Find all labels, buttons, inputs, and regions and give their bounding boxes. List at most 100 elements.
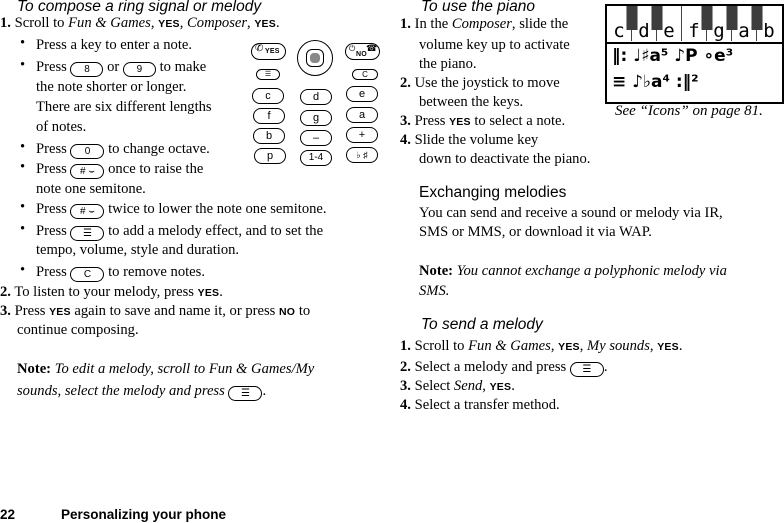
clear-key: C	[352, 69, 378, 80]
text-line: continue composing.	[17, 322, 139, 338]
send-step-3: 3. Select Send, YES.	[400, 376, 515, 397]
sep: ,	[579, 338, 588, 354]
menu-fun-games: Fun & Games	[68, 15, 151, 31]
black-key	[751, 6, 763, 30]
key-9-icon: 9	[122, 62, 156, 77]
note-label: Note:	[419, 263, 454, 279]
icons-caption: See “Icons” on page 81.	[615, 103, 763, 119]
menu-fun-games: Fun & Games	[468, 338, 551, 354]
exchanging-heading: Exchanging melodies	[419, 184, 567, 201]
key-f: f	[253, 108, 285, 124]
sep: ,	[179, 15, 188, 31]
power-icon: ⏻	[349, 44, 356, 53]
end-call-icon: ☎	[366, 43, 378, 53]
text: Select a transfer method.	[414, 397, 560, 413]
note-text: You cannot exchange a polyphonic melody …	[453, 263, 727, 279]
text: To listen to your melody, press	[14, 284, 198, 300]
sep: .	[678, 338, 683, 354]
text: Select	[414, 378, 454, 394]
step-number: 1.	[400, 338, 411, 354]
piano-step-4: 4. Slide the volume key	[400, 130, 538, 150]
menu-key-icon: ☰	[569, 362, 604, 377]
no-key-label: NO	[279, 306, 296, 318]
step-number: 2.	[400, 359, 411, 375]
key-hash-icon: # ⌣	[70, 164, 105, 179]
note-label: Note:	[17, 361, 52, 377]
key-b: b	[253, 128, 285, 144]
key-0-icon: 0	[70, 144, 105, 159]
step-number: 1.	[400, 16, 411, 32]
text-line: There are six different lengths	[36, 99, 212, 115]
step-number: 2.	[0, 284, 11, 300]
bullet-dot: •	[20, 221, 26, 237]
text: Press	[36, 264, 67, 280]
bullet-melody-effect: Press ☰ to add a melody effect, and to s…	[36, 221, 323, 241]
send-step-4: 4. Select a transfer method.	[400, 395, 560, 415]
text: or	[107, 59, 120, 75]
text: to change octave.	[108, 141, 210, 157]
key-d: d	[300, 89, 332, 105]
key-c: c	[252, 88, 284, 104]
joystick	[297, 40, 333, 76]
yes-key-label: YES	[489, 381, 512, 393]
text: Press	[36, 223, 67, 239]
black-key	[701, 6, 713, 30]
key-plus: +	[346, 127, 378, 143]
text-line: down to deactivate the piano.	[419, 151, 591, 167]
text: Scroll to	[14, 15, 69, 31]
text: to select a note.	[470, 113, 566, 129]
bullet-octave: Press 0 to change octave.	[36, 139, 210, 159]
step-number: 1.	[0, 15, 11, 31]
text: Press	[36, 161, 67, 177]
no-key: ⏻ NO ☎	[345, 43, 380, 60]
yes-key-label: YES	[265, 48, 280, 55]
bullet-dot: •	[20, 159, 26, 175]
text: Use the joystick to move	[414, 75, 560, 91]
text-line: of notes.	[36, 119, 87, 135]
section-heading-send: To send a melody	[421, 316, 543, 333]
bullet-dot: •	[20, 35, 26, 51]
menu-send: Send	[453, 378, 483, 394]
bullet-dot: •	[20, 139, 26, 155]
note-edit-melody: Note: To edit a melody, scroll to Fun & …	[17, 359, 314, 379]
step-2-listen: 2. To listen to your melody, press YES.	[0, 282, 223, 303]
text: Select a melody and press	[414, 359, 567, 375]
text-line: the note shorter or longer.	[36, 79, 187, 95]
yes-key-label: YES	[197, 287, 220, 299]
yes-key-label: YES	[449, 116, 471, 128]
text: to	[295, 303, 311, 319]
note-text: SMS.	[419, 283, 450, 299]
key-minus: –	[300, 130, 332, 146]
menu-key: ☰	[256, 69, 280, 80]
step-1-compose: 1. Scroll to Fun & Games, YES, Composer,…	[0, 13, 280, 34]
bullet-enter-note: Press a key to enter a note.	[36, 37, 193, 53]
bullet-dot: •	[20, 57, 26, 73]
text: Slide the volume key	[414, 132, 539, 148]
text-line: You can send and receive a sound or melo…	[419, 205, 723, 221]
yes-key-label: YES	[558, 341, 580, 353]
yes-key: ✆ YES	[251, 43, 286, 60]
bullet-dot: •	[20, 199, 26, 215]
menu-composer: Composer	[187, 15, 248, 31]
sep: .	[219, 284, 223, 300]
key-label: #	[80, 166, 86, 177]
key-8-icon: 8	[70, 62, 104, 77]
menu-composer: Composer	[451, 16, 512, 32]
key-c-icon: C	[70, 267, 105, 282]
sep: ,	[482, 378, 490, 394]
joystick-button-icon	[310, 53, 320, 63]
key-g: g	[300, 110, 332, 126]
piano-step-2: 2. Use the joystick to move	[400, 73, 560, 93]
menu-my-sounds: My sounds	[587, 338, 650, 354]
text-line: the piano.	[419, 56, 477, 72]
yes-key-label: YES	[158, 18, 180, 30]
key-p: p	[254, 148, 286, 164]
send-step-2: 2. Select a melody and press ☰.	[400, 357, 608, 377]
key-label: #	[80, 206, 86, 217]
step-number: 3.	[400, 378, 411, 394]
text: Scroll to	[414, 338, 469, 354]
bullet-raise-semitone: Press # ⌣ once to raise the	[36, 159, 203, 179]
step-number: 4.	[400, 132, 411, 148]
yes-key-label: YES	[49, 306, 71, 318]
chapter-title: Personalizing your phone	[61, 507, 227, 522]
